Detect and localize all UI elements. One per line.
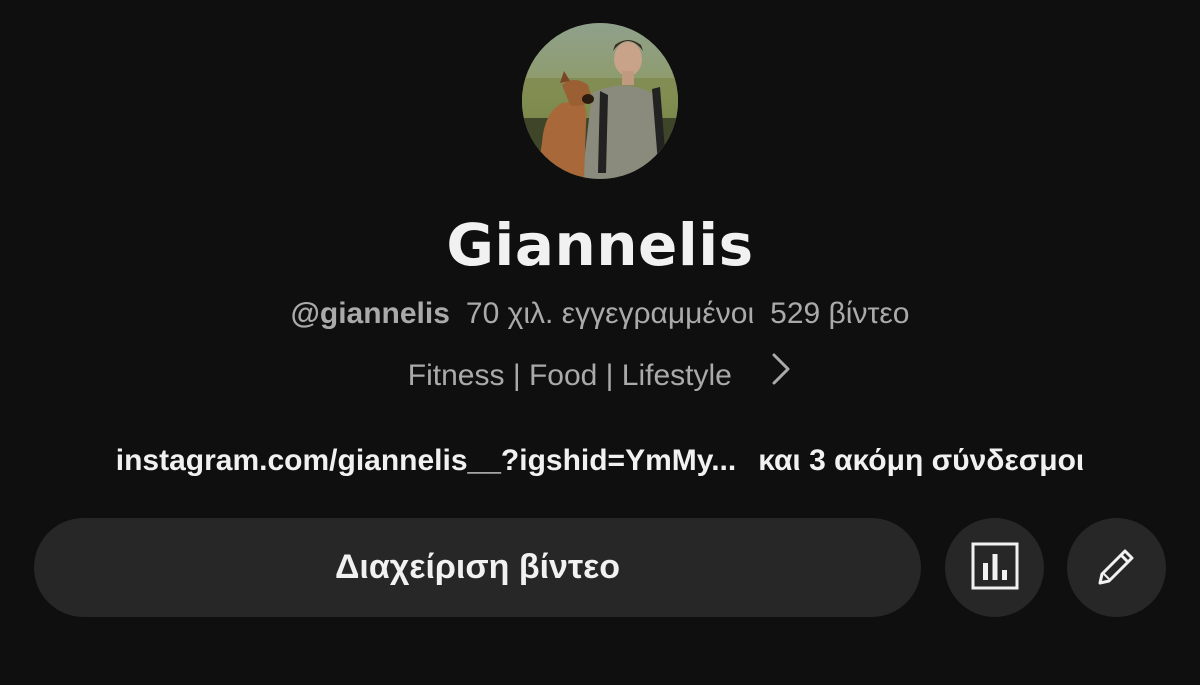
channel-name: Giannelis xyxy=(446,211,754,279)
analytics-button[interactable] xyxy=(945,518,1044,617)
channel-description[interactable]: Fitness | Food | Lifestyle xyxy=(0,353,1200,397)
edit-button[interactable] xyxy=(1067,518,1166,617)
channel-meta: @giannelis 70 χιλ. εγγεγραμμένοι 529 βίντε… xyxy=(0,294,1200,334)
more-links-link[interactable]: και 3 ακόμη σύνδεσμοι xyxy=(758,444,1084,477)
primary-link[interactable]: instagram.com/giannelis__?igshid=YmMy... xyxy=(116,444,736,477)
video-count: 529 βίντεο xyxy=(770,297,910,330)
bar-chart-icon xyxy=(970,541,1020,595)
manage-videos-label: Διαχείριση βίντεο xyxy=(334,548,621,586)
manage-videos-button[interactable]: Διαχείριση βίντεο xyxy=(34,518,921,617)
chevron-right-icon[interactable] xyxy=(770,352,792,397)
pencil-icon xyxy=(1092,541,1142,595)
channel-links: instagram.com/giannelis__?igshid=YmMy...… xyxy=(0,441,1200,481)
subscriber-count: 70 χιλ. εγγεγραμμένοι xyxy=(465,297,755,330)
channel-handle: @giannelis xyxy=(290,297,450,330)
description-text: Fitness | Food | Lifestyle xyxy=(407,359,732,392)
channel-avatar[interactable] xyxy=(522,23,678,179)
avatar-photo xyxy=(522,23,678,179)
